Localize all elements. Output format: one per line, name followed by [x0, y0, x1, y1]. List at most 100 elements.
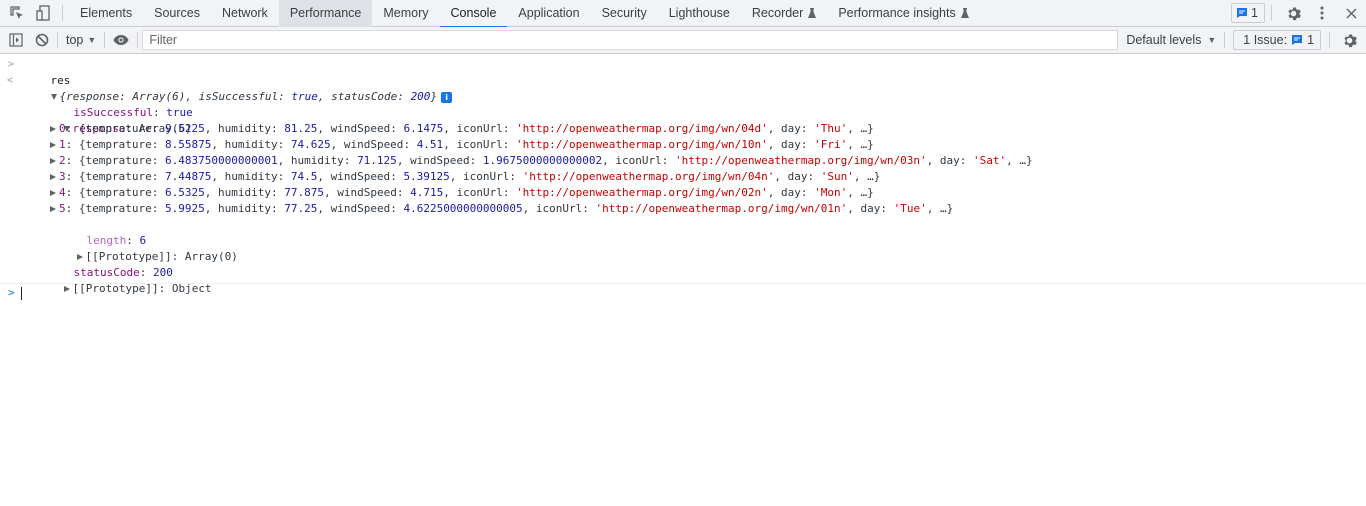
tab-label: Memory: [383, 6, 429, 20]
property-key: windSpeed: [337, 186, 397, 199]
array-item-row[interactable]: 5: {temprature: 5.9925, humidity: 77.25,…: [0, 201, 1366, 217]
input-chevron-icon: >: [8, 59, 15, 70]
console-settings-button[interactable]: [1336, 27, 1362, 53]
punctuation: :: [800, 138, 815, 151]
issues-count: 1: [1307, 33, 1315, 47]
punctuation: ,: [317, 170, 331, 183]
property-key: day: [787, 170, 808, 183]
array-item-row[interactable]: 2: {temprature: 6.483750000000001, humid…: [0, 153, 1366, 169]
log-levels-dropdown[interactable]: Default levels ▼: [1126, 33, 1216, 47]
tab-security[interactable]: Security: [591, 0, 658, 27]
tab-network[interactable]: Network: [211, 0, 279, 27]
punctuation: ,: [926, 154, 940, 167]
tab-label: Performance insights: [838, 6, 956, 20]
tab-label: Application: [518, 6, 580, 20]
array-item-row[interactable]: 1: {temprature: 8.55875, humidity: 74.62…: [0, 137, 1366, 153]
temprature-value: 5.9925: [164, 202, 205, 215]
tab-console[interactable]: Console: [439, 0, 508, 28]
property-length: length: 6: [86, 234, 147, 247]
experimental-flask-icon: [808, 8, 817, 18]
punctuation: ,: [317, 122, 331, 135]
item-index: 2: [59, 154, 66, 167]
console-output: > res < {response: Array(6), isSuccessful:…: [0, 55, 1366, 302]
tab-performance-insights[interactable]: Performance insights: [827, 0, 979, 27]
tab-memory[interactable]: Memory: [372, 0, 439, 27]
punctuation: :: [270, 186, 285, 199]
tab-sources[interactable]: Sources: [143, 0, 211, 27]
property-statusCode: statusCode: 200: [73, 266, 173, 279]
devtools-tabbar: Elements Sources Network Performance Memory C…: [0, 0, 1366, 28]
property-key: day: [780, 186, 801, 199]
punctuation: ,: [211, 138, 225, 151]
punctuation: ,: [767, 138, 781, 151]
filter-input[interactable]: [149, 33, 1118, 47]
array-prototype[interactable]: [[Prototype]]: Array(0): [0, 233, 1366, 263]
divider: [137, 32, 139, 48]
javascript-context-select[interactable]: top ▼: [60, 27, 102, 54]
expand-toggle-icon[interactable]: [50, 126, 56, 132]
tab-label: Network: [221, 6, 268, 20]
issues-button[interactable]: 1 Issue: 1: [1233, 30, 1322, 50]
punctuation: ,: [847, 202, 861, 215]
punctuation: :: [502, 186, 517, 199]
property-key: temprature: [85, 202, 152, 215]
array-item-row[interactable]: 4: {temprature: 6.5325, humidity: 77.875…: [0, 185, 1366, 201]
expand-toggle-icon[interactable]: [50, 174, 56, 180]
punctuation: : {: [65, 186, 86, 199]
windspeed-value: 4.6225000000000005: [403, 202, 523, 215]
array-item-row[interactable]: 0: {temprature: 9.5225, humidity: 81.25,…: [0, 121, 1366, 137]
settings-button[interactable]: [1278, 0, 1308, 26]
tab-elements[interactable]: Elements: [69, 0, 143, 27]
clear-console-button[interactable]: [29, 27, 55, 53]
object-prototype[interactable]: [[Prototype]]: Object: [0, 265, 1366, 295]
expand-toggle-icon[interactable]: [50, 206, 56, 212]
punctuation: : {: [65, 202, 86, 215]
expand-toggle-icon[interactable]: [63, 286, 70, 292]
punctuation: ,: [443, 186, 457, 199]
punctuation: :: [277, 138, 291, 151]
iconurl-value: 'http://openweathermap.org/img/wn/04n': [522, 170, 775, 183]
tab-application[interactable]: Application: [507, 0, 590, 27]
punctuation: :: [343, 154, 358, 167]
punctuation: , …}: [1006, 154, 1033, 167]
device-toolbar-button[interactable]: [30, 0, 56, 26]
punctuation: ,: [330, 138, 344, 151]
tab-performance[interactable]: Performance: [278, 0, 373, 27]
result-summary[interactable]: < {response: Array(6), isSuccessful: true…: [0, 73, 1366, 103]
property-key: windSpeed: [410, 154, 470, 167]
iconurl-value: 'http://openweathermap.org/img/wn/03n': [675, 154, 927, 167]
punctuation: ,: [522, 202, 536, 215]
show-sidebar-button[interactable]: [3, 27, 29, 53]
punctuation: ,: [767, 122, 781, 135]
live-expression-button[interactable]: [107, 27, 135, 53]
property-key: day: [939, 154, 960, 167]
punctuation: :: [390, 170, 404, 183]
windspeed-value: 4.715: [410, 186, 444, 199]
divider: [57, 32, 58, 48]
expand-toggle-icon[interactable]: [50, 158, 56, 164]
property-key: humidity: [224, 170, 278, 183]
filter-input-wrapper: [142, 30, 1119, 50]
punctuation: , …}: [926, 202, 954, 215]
inspect-element-button[interactable]: [4, 0, 30, 26]
more-options-button[interactable]: [1308, 0, 1336, 26]
item-index: 5: [59, 202, 66, 215]
punctuation: :: [880, 202, 894, 215]
tab-recorder[interactable]: Recorder: [741, 0, 827, 27]
issues-counter-button[interactable]: 1: [1231, 3, 1265, 23]
dropdown-arrow-icon: ▼: [87, 35, 97, 45]
array-item-row[interactable]: 3: {temprature: 7.44875, humidity: 74.5,…: [0, 169, 1366, 185]
expand-toggle-icon[interactable]: [50, 142, 56, 148]
tab-lighthouse[interactable]: Lighthouse: [658, 0, 741, 27]
property-key: windSpeed: [343, 138, 404, 151]
day-value: 'Mon': [814, 186, 848, 199]
punctuation: ,: [443, 122, 457, 135]
property-key: windSpeed: [330, 122, 391, 135]
expand-toggle-icon[interactable]: [50, 190, 56, 196]
close-devtools-button[interactable]: [1336, 0, 1366, 26]
punctuation: :: [270, 122, 285, 135]
console-input-echo: > res: [0, 57, 1366, 87]
punctuation: :: [959, 154, 974, 167]
property-response[interactable]: response: Array(6): [0, 105, 1366, 135]
property-key: humidity: [217, 122, 271, 135]
